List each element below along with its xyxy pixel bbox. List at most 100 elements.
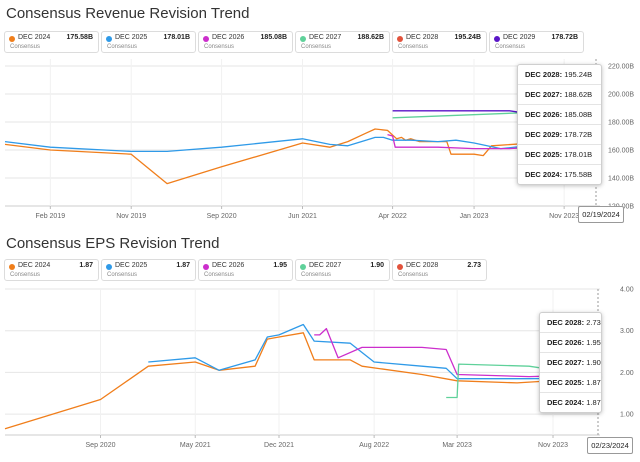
eps-legend-item[interactable]: DEC 2024 1.87 Consensus	[4, 259, 99, 281]
tooltip-label: DEC 2024:	[525, 170, 563, 179]
legend-dot-icon	[494, 36, 500, 42]
eps-chart-title: Consensus EPS Revision Trend	[6, 235, 220, 252]
y-tick-label: 3.00	[620, 328, 634, 335]
revenue-tooltip-row: DEC 2028: 195.24B	[518, 65, 601, 85]
revenue-legend-item[interactable]: DEC 2027 188.62B Consensus	[295, 31, 390, 53]
legend-dot-icon	[106, 36, 112, 42]
y-tick-label: 200.00B	[608, 92, 634, 99]
y-tick-label: 220.00B	[608, 64, 634, 71]
y-tick-label: 4.00	[620, 287, 634, 294]
eps-crosshair-date: 02/23/2024	[587, 437, 633, 454]
x-tick-label: Nov 2023	[549, 213, 579, 220]
legend-dot-icon	[106, 264, 112, 270]
legend-series-sub: Consensus	[398, 272, 429, 278]
revenue-legend-item[interactable]: DEC 2028 195.24B Consensus	[392, 31, 487, 53]
revenue-tooltip-row: DEC 2029: 178.72B	[518, 125, 601, 145]
revenue-chart-title: Consensus Revenue Revision Trend	[6, 5, 250, 22]
legend-series-value: 1.87	[79, 262, 93, 269]
legend-series-sub: Consensus	[10, 272, 41, 278]
legend-series-name: DEC 2028	[406, 262, 439, 269]
legend-series-name: DEC 2025	[115, 262, 148, 269]
legend-series-value: 1.90	[370, 262, 384, 269]
tooltip-value: 178.01B	[564, 150, 593, 159]
legend-series-sub: Consensus	[398, 44, 429, 50]
tooltip-value: 1.87	[586, 378, 601, 387]
revenue-tooltip-row: DEC 2026: 185.08B	[518, 105, 601, 125]
legend-series-sub: Consensus	[10, 44, 41, 50]
legend-series-sub: Consensus	[301, 44, 332, 50]
eps-tooltip-row: DEC 2027: 1.90	[540, 353, 601, 373]
tooltip-value: 2.73	[586, 318, 601, 327]
legend-series-sub: Consensus	[107, 272, 138, 278]
legend-dot-icon	[203, 36, 209, 42]
eps-legend-item[interactable]: DEC 2026 1.95 Consensus	[198, 259, 293, 281]
legend-dot-icon	[9, 264, 15, 270]
x-tick-label: Aug 2022	[359, 442, 389, 449]
eps-legend-item[interactable]: DEC 2028 2.73 Consensus	[392, 259, 487, 281]
revenue-crosshair-date: 02/19/2024	[578, 206, 624, 223]
revenue-legend-item[interactable]: DEC 2025 178.01B Consensus	[101, 31, 196, 53]
legend-series-sub: Consensus	[204, 272, 235, 278]
legend-series-value: 178.72B	[551, 34, 578, 41]
tooltip-value: 1.87	[586, 398, 601, 407]
revenue-legend-item[interactable]: DEC 2024 175.58B Consensus	[4, 31, 99, 53]
legend-series-value: 185.08B	[260, 34, 287, 41]
legend-series-sub: Consensus	[495, 44, 526, 50]
revenue-tooltip-row: DEC 2024: 175.58B	[518, 165, 601, 184]
x-tick-label: Mar 2023	[442, 442, 472, 449]
tooltip-label: DEC 2025:	[547, 378, 585, 387]
tooltip-value: 188.62B	[564, 90, 593, 99]
x-tick-label: Feb 2019	[36, 213, 66, 220]
y-tick-label: 180.00B	[608, 120, 634, 127]
legend-series-name: DEC 2024	[18, 34, 51, 41]
tooltip-label: DEC 2027:	[525, 90, 563, 99]
legend-series-value: 195.24B	[454, 34, 481, 41]
legend-dot-icon	[397, 264, 403, 270]
legend-series-name: DEC 2026	[212, 34, 245, 41]
series-line	[4, 127, 597, 185]
tooltip-value: 178.72B	[564, 130, 593, 139]
x-tick-label: Apr 2022	[378, 213, 407, 220]
eps-legend-item[interactable]: DEC 2027 1.90 Consensus	[295, 259, 390, 281]
tooltip-value: 1.90	[586, 358, 601, 367]
y-tick-label: 140.00B	[608, 176, 634, 183]
legend-dot-icon	[9, 36, 15, 42]
legend-series-name: DEC 2026	[212, 262, 245, 269]
legend-series-value: 2.73	[467, 262, 481, 269]
y-tick-label: 2.00	[620, 370, 634, 377]
legend-series-name: DEC 2025	[115, 34, 148, 41]
y-tick-label: 160.00B	[608, 148, 634, 155]
legend-dot-icon	[300, 264, 306, 270]
legend-dot-icon	[203, 264, 209, 270]
legend-dot-icon	[397, 36, 403, 42]
y-tick-label: 1.00	[620, 412, 634, 419]
tooltip-label: DEC 2027:	[547, 358, 585, 367]
tooltip-label: DEC 2028:	[547, 318, 585, 327]
tooltip-label: DEC 2029:	[525, 130, 563, 139]
tooltip-value: 185.08B	[564, 110, 593, 119]
legend-series-name: DEC 2027	[309, 34, 342, 41]
eps-legend-item[interactable]: DEC 2025 1.87 Consensus	[101, 259, 196, 281]
revenue-legend: DEC 2024 175.58B Consensus DEC 2025 178.01B…	[4, 31, 584, 53]
legend-dot-icon	[300, 36, 306, 42]
legend-series-value: 188.62B	[357, 34, 384, 41]
revenue-tooltip: DEC 2028: 195.24B DEC 2027: 188.62B DEC …	[517, 64, 602, 185]
revenue-legend-item[interactable]: DEC 2029 178.72B Consensus	[489, 31, 584, 53]
x-tick-label: Sep 2020	[207, 213, 237, 220]
eps-tooltip: DEC 2028: 2.73 DEC 2026: 1.95 DEC 2027: …	[539, 312, 602, 413]
eps-tooltip-row: DEC 2028: 2.73	[540, 313, 601, 333]
legend-series-name: DEC 2024	[18, 262, 51, 269]
legend-series-name: DEC 2029	[503, 34, 536, 41]
x-tick-label: Dec 2021	[264, 442, 294, 449]
x-tick-label: Jan 2023	[460, 213, 489, 220]
revenue-tooltip-row: DEC 2027: 188.62B	[518, 85, 601, 105]
legend-series-name: DEC 2028	[406, 34, 439, 41]
revenue-legend-item[interactable]: DEC 2026 185.08B Consensus	[198, 31, 293, 53]
legend-series-name: DEC 2027	[309, 262, 342, 269]
eps-legend: DEC 2024 1.87 Consensus DEC 2025 1.87 Consen…	[4, 259, 487, 281]
tooltip-value: 195.24B	[564, 70, 593, 79]
tooltip-value: 1.95	[586, 338, 601, 347]
legend-series-value: 1.95	[273, 262, 287, 269]
tooltip-label: DEC 2025:	[525, 150, 563, 159]
tooltip-label: DEC 2028:	[525, 70, 563, 79]
